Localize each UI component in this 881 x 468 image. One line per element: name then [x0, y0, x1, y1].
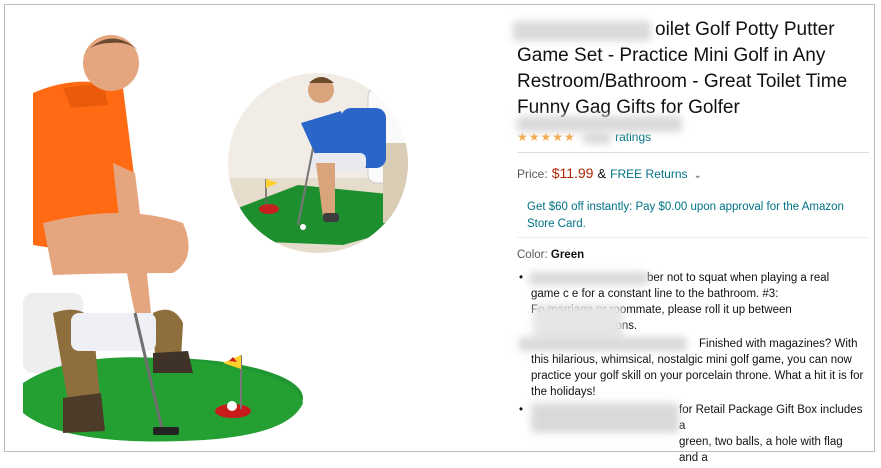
free-returns-link[interactable]: FREE Returns: [610, 167, 687, 181]
bullet-line: green, two balls, a hole with flag and a: [679, 436, 843, 464]
redacted-title-prefix: [513, 21, 651, 41]
store-card-promo-link[interactable]: Get $60 off instantly: Pay $0.00 upon ap…: [527, 199, 857, 233]
redacted-ratings-overlay: [517, 116, 682, 132]
redacted-text: [519, 337, 687, 351]
bullet-dot: •: [519, 272, 524, 284]
chevron-down-icon[interactable]: ⌄: [694, 170, 702, 181]
bullet-line: game c e for a constant line to the bath…: [531, 288, 779, 300]
price-ampersand: &: [597, 166, 607, 181]
color-value: Green: [550, 249, 585, 261]
color-label: Color:: [517, 249, 548, 261]
title-line-3: Restroom/Bathroom - Great Toilet Time: [517, 71, 848, 92]
price-value: $11.99: [551, 165, 594, 181]
bullet-item: Finished with magazines? With this hilar…: [519, 336, 864, 400]
feature-bullets: • ber not to squat when playing a real g…: [519, 270, 864, 468]
redacted-text: [531, 403, 679, 433]
product-photo-illustration: [23, 35, 408, 442]
bullet-item: • for Retail Package Gift Box includes a…: [519, 402, 864, 466]
redacted-ratings-count: [583, 132, 611, 144]
bullet-line: the holidays!: [531, 386, 596, 398]
ratings-count-link[interactable]: ratings: [615, 130, 651, 144]
product-image[interactable]: [23, 13, 433, 445]
price-row: Price: $11.99 & FREE Returns ⌄: [517, 165, 702, 181]
star-rating-icon[interactable]: ★★★★★: [517, 130, 576, 144]
redacted-text: [529, 272, 649, 285]
bullet-item: • ber not to squat when playing a real g…: [519, 270, 864, 340]
price-label: Price:: [517, 167, 548, 181]
bullet-dot: •: [519, 404, 524, 416]
product-page-frame: oilet Golf Potty Putter Game Set - Pract…: [4, 4, 875, 464]
ratings-row[interactable]: ★★★★★ ratings: [517, 116, 837, 150]
section-divider-2: [517, 237, 869, 238]
bullet-line: practice your golf skill on your porcela…: [531, 370, 864, 382]
product-title[interactable]: oilet Golf Potty Putter Game Set - Pract…: [513, 17, 867, 121]
redacted-text: [533, 304, 623, 340]
color-selection: Color: Green: [517, 249, 584, 261]
section-divider: [517, 152, 869, 153]
bullet-line: this hilarious, whimsical, nostalgic min…: [531, 354, 852, 366]
title-line-2: Game Set - Practice Mini Golf in Any: [517, 45, 826, 66]
